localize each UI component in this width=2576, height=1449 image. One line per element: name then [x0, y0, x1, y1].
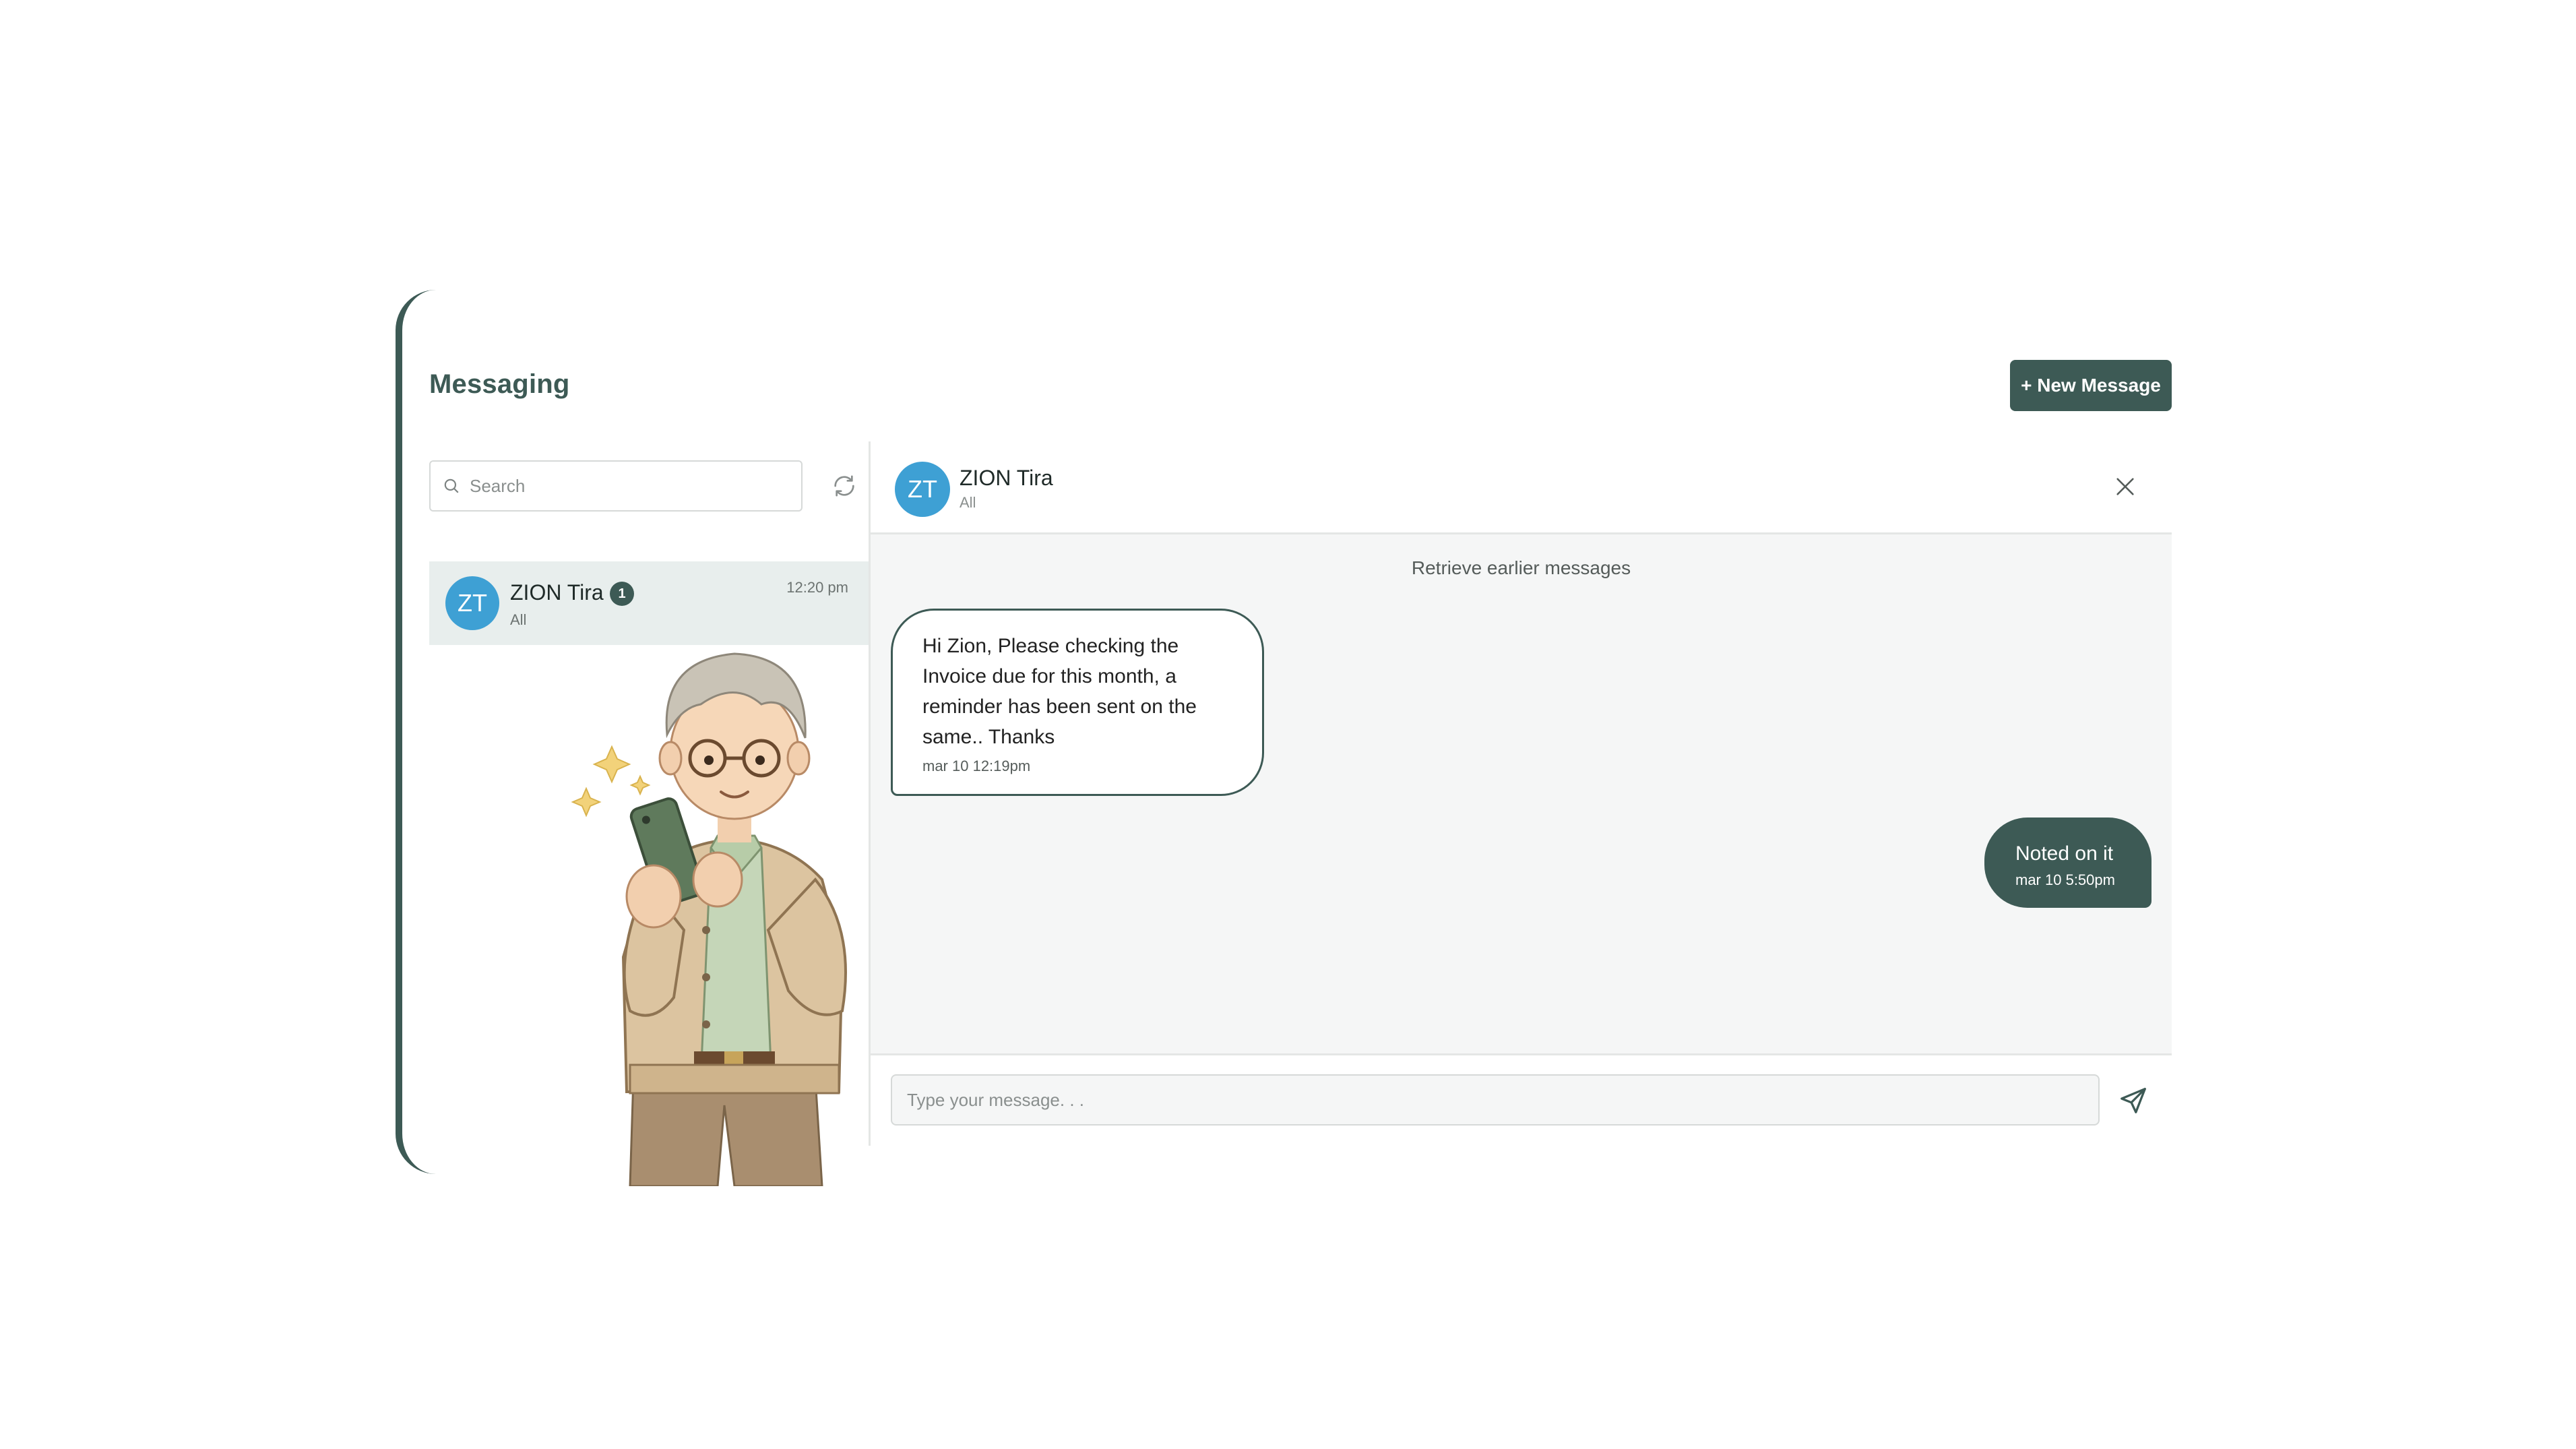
new-message-button[interactable]: + New Message — [2010, 360, 2172, 411]
page-title: Messaging — [429, 369, 570, 399]
send-icon — [2121, 1088, 2146, 1113]
sparkle-icon — [571, 745, 651, 818]
chat-avatar: ZT — [895, 462, 950, 517]
person-with-phone-illustration — [566, 580, 916, 1186]
message-text: Noted on it — [2015, 842, 2114, 865]
chat-header: ZT ZION Tira All — [871, 441, 2172, 534]
close-icon — [2116, 478, 2134, 495]
retrieve-earlier-messages-link[interactable]: Retrieve earlier messages — [871, 557, 2172, 579]
illustration-graphic — [571, 652, 847, 1186]
message-composer — [871, 1053, 2172, 1146]
message-timestamp: mar 10 12:19pm — [922, 758, 1031, 774]
message-timestamp: mar 10 5:50pm — [2015, 871, 2115, 888]
incoming-message-bubble: Hi Zion, Please checking the Invoice due… — [891, 609, 1264, 796]
search-icon — [444, 479, 459, 493]
message-text: Hi Zion, Please checking the Invoice due… — [922, 635, 1197, 748]
refresh-button[interactable] — [828, 470, 860, 502]
chat-contact-name: ZION Tira — [960, 466, 1053, 490]
avatar: ZT — [445, 576, 499, 630]
message-thread: Retrieve earlier messages Hi Zion, Pleas… — [871, 534, 2172, 1053]
outgoing-message-bubble: Noted on it mar 10 5:50pm — [1984, 818, 2151, 908]
refresh-icon — [834, 475, 854, 497]
chat-contact-subtitle: All — [960, 494, 976, 511]
message-input[interactable] — [891, 1074, 2100, 1126]
conversation-subtitle: All — [510, 611, 527, 628]
send-button[interactable] — [2114, 1081, 2153, 1120]
search-input[interactable] — [468, 474, 788, 497]
close-chat-button[interactable] — [2110, 471, 2141, 502]
chat-panel: ZT ZION Tira All Retrieve earlier messag… — [869, 441, 2172, 1146]
search-box[interactable] — [429, 460, 803, 512]
